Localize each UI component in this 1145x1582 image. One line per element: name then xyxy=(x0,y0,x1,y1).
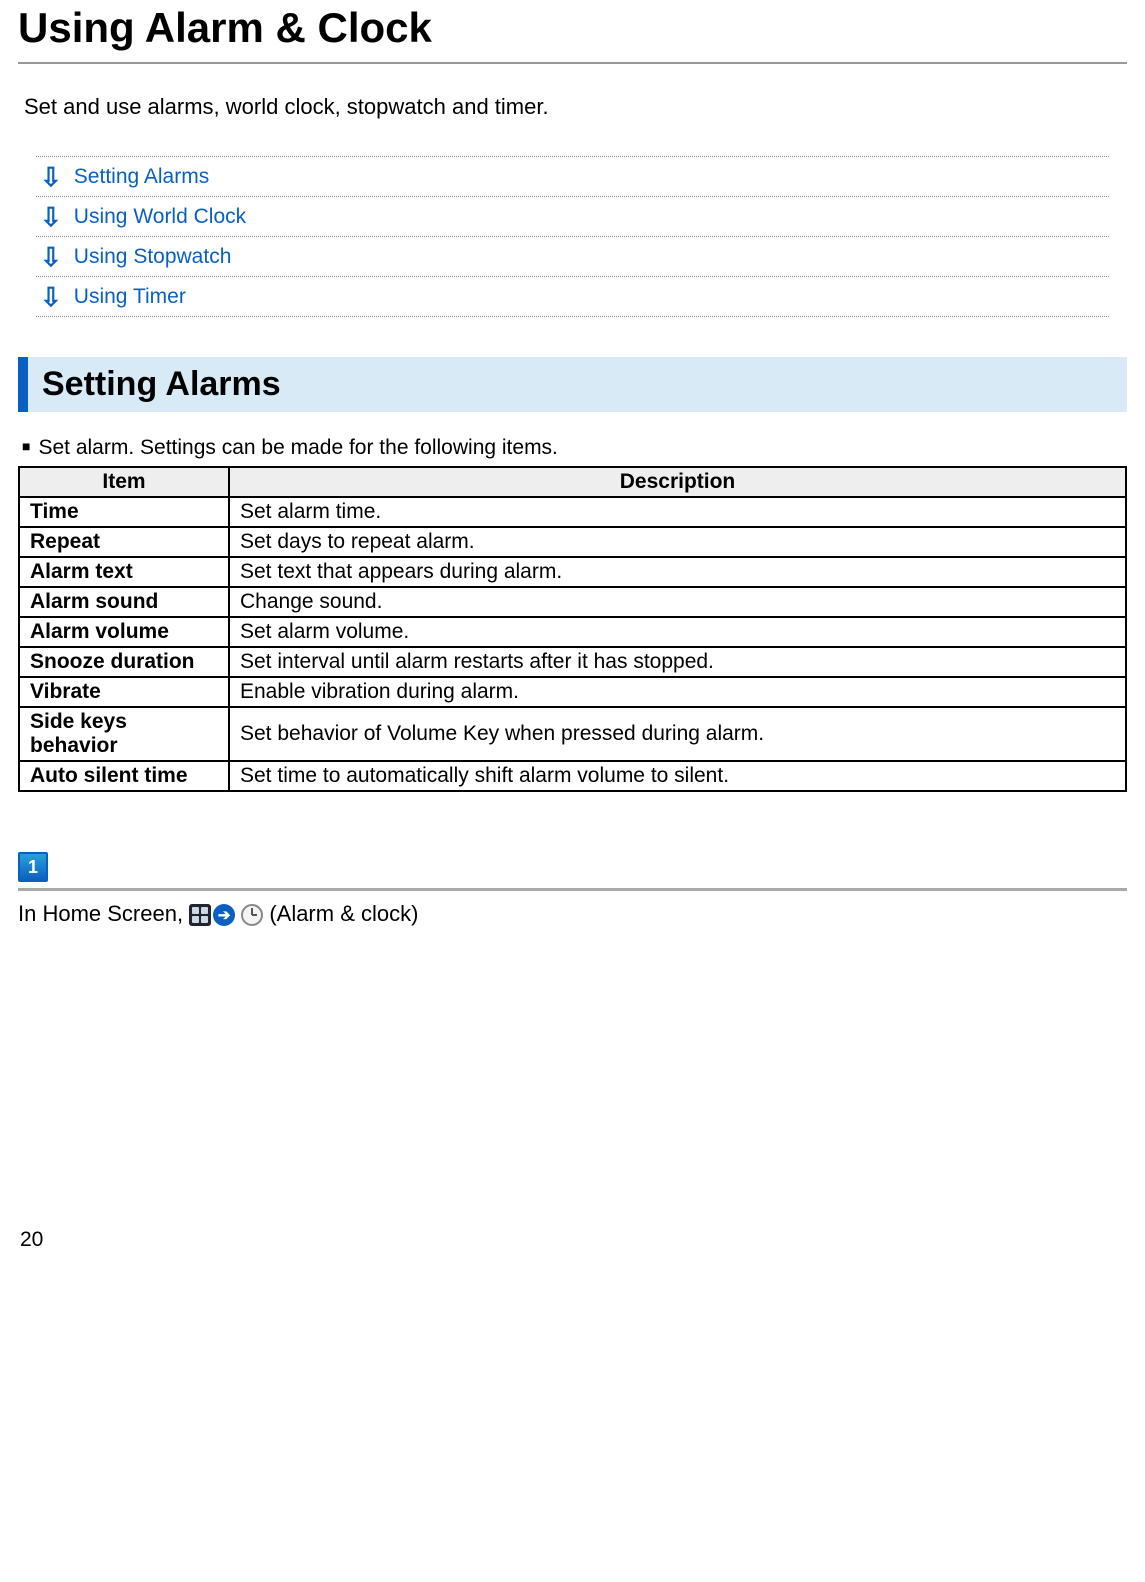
table-row: Alarm volume Set alarm volume. xyxy=(19,617,1126,647)
table-header-description: Description xyxy=(229,467,1126,497)
arrow-down-icon: ⇩ xyxy=(40,244,62,270)
table-cell-item: Alarm volume xyxy=(19,617,229,647)
page-title: Using Alarm & Clock xyxy=(18,0,1127,52)
toc-item-stopwatch[interactable]: ⇩ Using Stopwatch xyxy=(36,237,1109,277)
table-cell-item: Time xyxy=(19,497,229,527)
step-divider xyxy=(18,888,1127,891)
table-cell-item: Side keys behavior xyxy=(19,707,229,761)
table-cell-description: Set interval until alarm restarts after … xyxy=(229,647,1126,677)
table-row: Vibrate Enable vibration during alarm. xyxy=(19,677,1126,707)
table-cell-item: Repeat xyxy=(19,527,229,557)
table-row: Alarm text Set text that appears during … xyxy=(19,557,1126,587)
toc-link-label: Setting Alarms xyxy=(74,165,209,189)
table-cell-description: Set time to automatically shift alarm vo… xyxy=(229,761,1126,791)
apps-grid-icon xyxy=(189,902,211,928)
table-cell-item: Alarm sound xyxy=(19,587,229,617)
toc-item-world-clock[interactable]: ⇩ Using World Clock xyxy=(36,197,1109,237)
step-text-suffix: (Alarm & clock) xyxy=(269,901,418,926)
toc-link-label: Using World Clock xyxy=(74,205,246,229)
table-cell-description: Set behavior of Volume Key when pressed … xyxy=(229,707,1126,761)
toc-link-label: Using Stopwatch xyxy=(74,245,232,269)
arrow-down-icon: ⇩ xyxy=(40,204,62,230)
page-number: 20 xyxy=(18,1228,1127,1252)
bullet-intro: ■ Set alarm. Settings can be made for the… xyxy=(22,436,1127,460)
table-cell-description: Change sound. xyxy=(229,587,1126,617)
bullet-square-icon: ■ xyxy=(22,438,30,454)
intro-text: Set and use alarms, world clock, stopwat… xyxy=(24,94,1127,120)
table-cell-item: Snooze duration xyxy=(19,647,229,677)
table-row: Alarm sound Change sound. xyxy=(19,587,1126,617)
table-row: Auto silent time Set time to automatical… xyxy=(19,761,1126,791)
step-number-badge: 1 xyxy=(18,852,48,882)
table-row: Snooze duration Set interval until alarm… xyxy=(19,647,1126,677)
step-text-prefix: In Home Screen, xyxy=(18,901,189,926)
settings-table: Item Description Time Set alarm time. Re… xyxy=(18,466,1127,792)
toc-item-timer[interactable]: ⇩ Using Timer xyxy=(36,277,1109,317)
table-cell-description: Enable vibration during alarm. xyxy=(229,677,1126,707)
table-of-contents: ⇩ Setting Alarms ⇩ Using World Clock ⇩ U… xyxy=(36,156,1109,317)
table-cell-description: Set alarm time. xyxy=(229,497,1126,527)
table-row: Time Set alarm time. xyxy=(19,497,1126,527)
go-arrow-icon: ➔ xyxy=(211,902,235,928)
arrow-down-icon: ⇩ xyxy=(40,164,62,190)
step-instruction: In Home Screen, ➔ (Alarm & clock) xyxy=(18,901,1127,928)
title-divider xyxy=(18,62,1127,64)
table-cell-item: Auto silent time xyxy=(19,761,229,791)
bullet-text: Set alarm. Settings can be made for the … xyxy=(38,436,557,459)
toc-item-setting-alarms[interactable]: ⇩ Setting Alarms xyxy=(36,157,1109,197)
arrow-down-icon: ⇩ xyxy=(40,284,62,310)
table-cell-description: Set text that appears during alarm. xyxy=(229,557,1126,587)
table-header-item: Item xyxy=(19,467,229,497)
table-cell-description: Set alarm volume. xyxy=(229,617,1126,647)
table-row: Repeat Set days to repeat alarm. xyxy=(19,527,1126,557)
section-heading-setting-alarms: Setting Alarms xyxy=(18,357,1127,412)
table-cell-item: Vibrate xyxy=(19,677,229,707)
table-row: Side keys behavior Set behavior of Volum… xyxy=(19,707,1126,761)
table-cell-description: Set days to repeat alarm. xyxy=(229,527,1126,557)
table-cell-item: Alarm text xyxy=(19,557,229,587)
toc-link-label: Using Timer xyxy=(74,285,186,309)
step-1: 1 In Home Screen, ➔ (Alarm & clock) xyxy=(18,852,1127,928)
clock-icon xyxy=(235,902,263,928)
